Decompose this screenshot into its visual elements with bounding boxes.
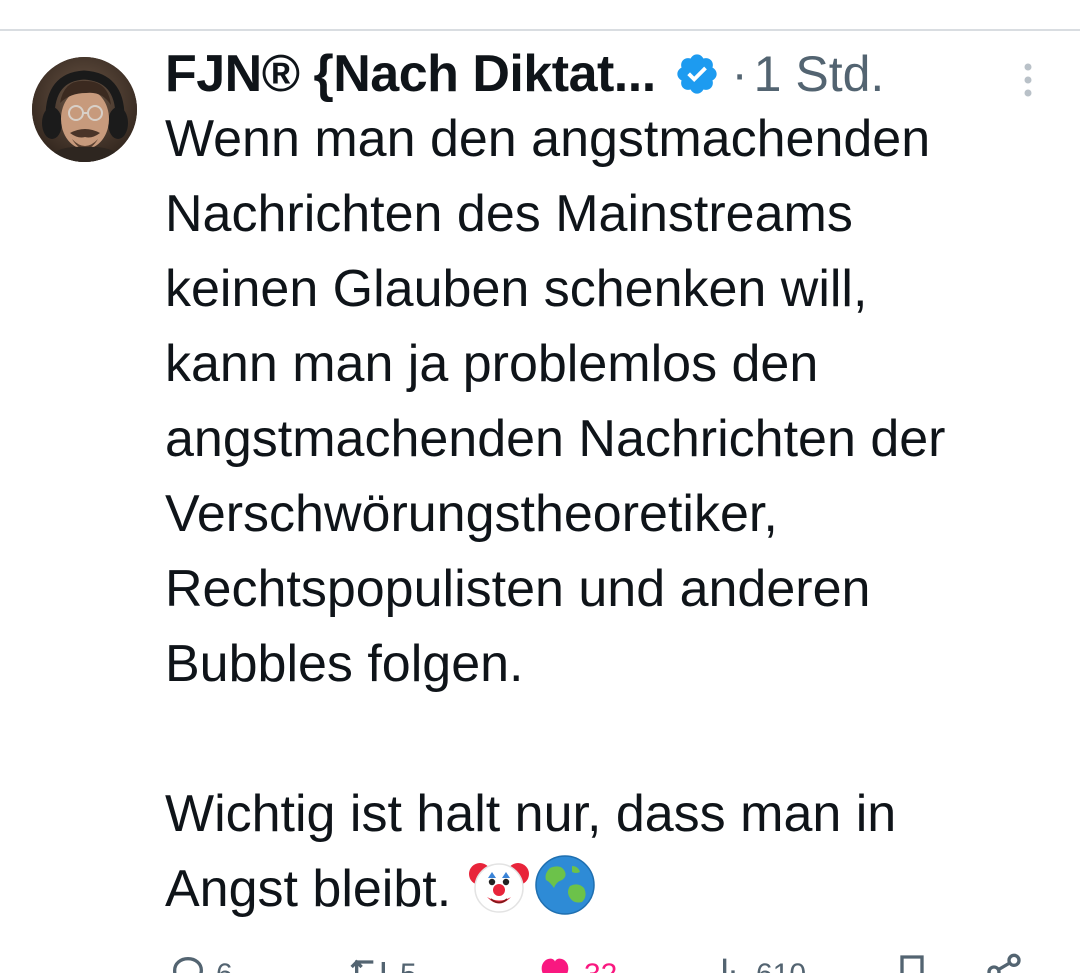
like-button[interactable]: 32 (534, 952, 617, 973)
verified-badge-icon (674, 51, 720, 97)
more-options-icon[interactable] (1016, 62, 1040, 98)
retweet-button[interactable]: 5 (348, 952, 417, 973)
author-display-name[interactable]: FJN® {Nach Diktat... (165, 44, 656, 104)
tweet-text: Wenn man den angstmachenden Nachrichten … (165, 110, 946, 918)
views-count: 610 (756, 960, 806, 973)
share-icon (987, 953, 1021, 973)
tweet-timestamp[interactable]: 1 Std. (754, 45, 885, 103)
reply-icon (172, 956, 204, 973)
views-button[interactable]: 610 (708, 952, 806, 973)
reply-count: 6 (216, 960, 233, 973)
reply-button[interactable]: 6 (168, 952, 233, 973)
bookmark-icon (900, 955, 924, 973)
avatar[interactable] (32, 57, 137, 162)
retweet-icon (350, 959, 385, 973)
clown-face-emoji-icon (466, 852, 532, 918)
globe-emoji-icon (532, 852, 598, 918)
tweet-actions-bar: 6 5 32 610 (0, 948, 1080, 973)
retweet-count: 5 (400, 960, 417, 973)
views-icon (723, 958, 735, 973)
bookmark-button[interactable] (892, 952, 932, 973)
share-button[interactable] (984, 952, 1024, 973)
top-divider (0, 29, 1080, 31)
like-count: 32 (584, 960, 617, 973)
heart-icon (541, 958, 569, 973)
tweet-body: Wenn man den angstmachenden Nachrichten … (165, 102, 1065, 927)
header-separator: · (731, 47, 748, 101)
tweet-header: FJN® {Nach Diktat... · 1 Std. (165, 44, 1045, 104)
avatar-photo (32, 57, 137, 162)
